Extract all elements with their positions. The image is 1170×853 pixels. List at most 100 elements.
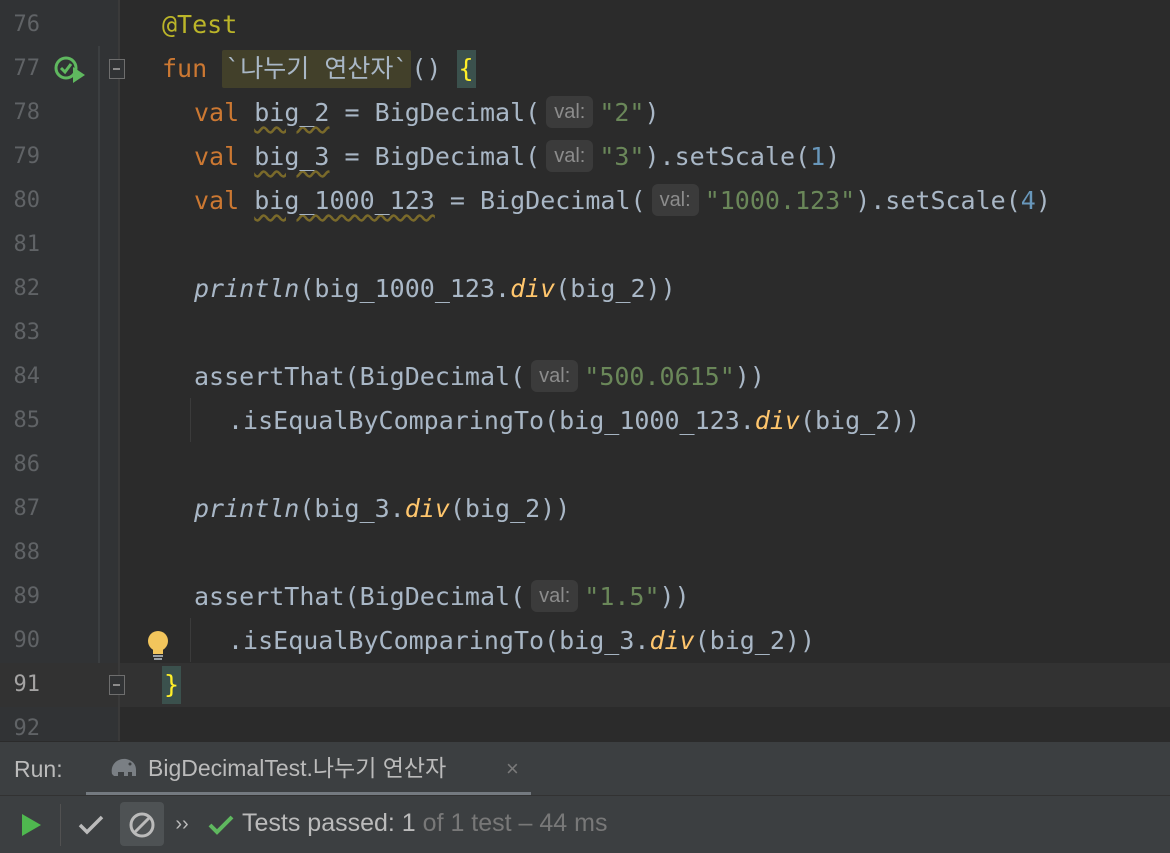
line-number: 77 <box>13 56 41 81</box>
indent-guide <box>190 398 191 442</box>
code-editor[interactable]: 76 @Test 77 fun `나누기 연산자`() { 78 val big… <box>0 0 1170 741</box>
code-token: (big_3. <box>299 494 405 523</box>
code-token: (big_2)) <box>555 274 676 303</box>
line-number: 80 <box>13 188 41 213</box>
test-status: Tests passed: 1 of 1 test – 44 ms <box>242 796 607 851</box>
code-text: .isEqualByComparingTo(big_3.div(big_2)) <box>228 619 815 663</box>
code-line: 76 @Test <box>0 3 1170 47</box>
code-line: 92 <box>0 707 1170 741</box>
line-number: 76 <box>13 12 41 37</box>
code-text: assertThat(BigDecimal(val: "500.0615")) <box>194 355 765 399</box>
variable-token: big_2 <box>254 98 330 127</box>
parameter-hint: val: <box>546 96 594 128</box>
code-token: (big_2)) <box>694 626 816 655</box>
line-number: 85 <box>13 408 41 433</box>
line-number: 90 <box>13 628 41 653</box>
gradle-elephant-icon <box>108 754 140 785</box>
code-line: 86 <box>0 443 1170 487</box>
extension-call-token: div <box>754 406 800 435</box>
brace-close: } <box>162 666 182 704</box>
code-token: .isEqualByComparingTo(big_3. <box>228 626 650 655</box>
code-token: ).setScale( <box>855 186 1021 215</box>
run-tool-window-header: Run: BigDecimalTest.나누기 연산자 × <box>0 741 1170 796</box>
code-token: (big_2)) <box>449 494 571 523</box>
line-number: 86 <box>13 452 41 477</box>
code-token: )) <box>734 362 765 391</box>
line-number: 92 <box>13 716 41 741</box>
code-text: .isEqualByComparingTo(big_1000_123.div(b… <box>228 399 920 443</box>
parameter-hint: val: <box>546 140 594 172</box>
toolbar-separator <box>60 804 61 846</box>
code-line: 82 println(big_1000_123.div(big_2)) <box>0 267 1170 311</box>
code-token: = BigDecimal( <box>329 142 541 171</box>
code-text: val big_2 = BigDecimal(val: "2") <box>194 91 660 135</box>
code-text: } <box>162 663 182 707</box>
parameter-hint: val: <box>531 360 579 392</box>
variable-token: big_1000_123 <box>254 186 435 215</box>
paren-token: () <box>411 54 457 83</box>
line-number: 83 <box>13 320 41 345</box>
string-token: "2" <box>599 98 645 127</box>
keyword-token: val <box>194 98 240 127</box>
lightbulb-icon[interactable] <box>146 630 170 666</box>
function-call-token: println <box>194 494 300 523</box>
extension-call-token: div <box>404 494 450 523</box>
fold-icon[interactable] <box>109 675 125 695</box>
code-token: )) <box>659 582 690 611</box>
variable-token: big_3 <box>254 142 330 171</box>
line-number: 89 <box>13 584 41 609</box>
code-line: 80 val big_1000_123 = BigDecimal(val: "10… <box>0 179 1170 223</box>
code-line: 78 val big_2 = BigDecimal(val: "2") <box>0 91 1170 135</box>
code-text: println(big_3.div(big_2)) <box>194 487 570 531</box>
more-icon[interactable]: ›› <box>172 796 192 853</box>
code-text: @Test <box>162 3 237 47</box>
line-number: 91 <box>13 672 41 697</box>
run-label: Run: <box>14 756 63 782</box>
line-number: 87 <box>13 496 41 521</box>
code-token: .isEqualByComparingTo(big_1000_123. <box>228 406 755 435</box>
indent-guide <box>190 618 191 662</box>
brace-open: { <box>456 50 476 88</box>
code-text: assertThat(BigDecimal(val: "1.5")) <box>194 575 690 619</box>
run-toolbar: ›› Tests passed: 1 of 1 test – 44 ms <box>0 795 1170 853</box>
code-line: 77 fun `나누기 연산자`() { <box>0 47 1170 91</box>
keyword-token: fun <box>162 54 208 83</box>
rerun-icon[interactable] <box>16 796 46 853</box>
run-tab-title[interactable]: BigDecimalTest.나누기 연산자 <box>148 742 446 794</box>
run-test-passed-icon[interactable] <box>54 55 88 89</box>
status-detail-text: of 1 test – 44 ms <box>415 809 608 837</box>
code-line: 87 println(big_3.div(big_2)) <box>0 487 1170 531</box>
check-icon <box>206 796 236 853</box>
code-token: ) <box>644 98 660 127</box>
number-token: 4 <box>1020 186 1036 215</box>
code-token: ) <box>825 142 841 171</box>
code-line: 89 assertThat(BigDecimal(val: "1.5")) <box>0 575 1170 619</box>
close-icon[interactable]: × <box>506 742 519 796</box>
code-line: 88 <box>0 531 1170 575</box>
line-number: 88 <box>13 540 41 565</box>
code-token: (big_1000_123. <box>299 274 511 303</box>
line-number: 79 <box>13 144 41 169</box>
code-line: 84 assertThat(BigDecimal(val: "500.0615")… <box>0 355 1170 399</box>
code-token: assertThat(BigDecimal( <box>194 362 526 391</box>
line-number: 82 <box>13 276 41 301</box>
code-token: ) <box>1035 186 1051 215</box>
show-passed-icon[interactable] <box>74 796 108 853</box>
function-name: `나누기 연산자` <box>222 50 412 88</box>
code-line: 79 val big_3 = BigDecimal(val: "3").setSc… <box>0 135 1170 179</box>
code-line: 81 <box>0 223 1170 267</box>
string-token: "1000.123" <box>704 186 856 215</box>
function-call-token: println <box>194 274 300 303</box>
parameter-hint: val: <box>651 184 699 216</box>
keyword-token: val <box>194 142 240 171</box>
extension-call-token: div <box>649 626 695 655</box>
show-ignored-icon[interactable] <box>125 796 159 853</box>
code-text: val big_1000_123 = BigDecimal(val: "1000.… <box>194 179 1051 223</box>
code-line: 90 .isEqualByComparingTo(big_3.div(big_2… <box>0 619 1170 663</box>
keyword-token: val <box>194 186 240 215</box>
code-line: 85 .isEqualByComparingTo(big_1000_123.di… <box>0 399 1170 443</box>
fold-icon[interactable] <box>109 59 125 79</box>
string-token: "500.0615" <box>584 362 735 391</box>
code-token: = BigDecimal( <box>434 186 646 215</box>
gutter-separator <box>118 0 120 741</box>
